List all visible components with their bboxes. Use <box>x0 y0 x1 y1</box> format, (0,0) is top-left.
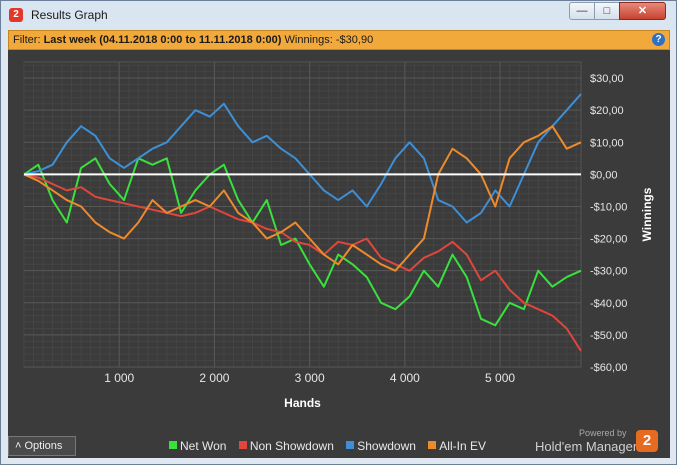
legend-label-non-showdown: Non Showdown <box>249 439 334 453</box>
powered-by-label: Powered by <box>579 428 627 438</box>
legend-swatch-net-won <box>169 441 177 449</box>
y-tick-label: -$50,00 <box>590 330 627 342</box>
legend-swatch-non-showdown <box>238 441 247 449</box>
help-icon[interactable]: ? <box>652 33 665 46</box>
close-button[interactable]: ✕ <box>619 2 666 20</box>
y-tick-label: -$40,00 <box>590 298 627 310</box>
legend-item-net-won: Net Won <box>169 439 226 453</box>
y-tick-label: $0,00 <box>590 169 618 181</box>
x-tick-label: 5 000 <box>485 371 515 385</box>
y-tick-label: -$30,00 <box>590 266 627 278</box>
legend-swatch-showdown <box>346 441 355 449</box>
legend-item-non-showdown: Non Showdown <box>238 439 334 453</box>
y-tick-label: -$60,00 <box>590 362 627 374</box>
x-tick-label: 1 000 <box>104 371 134 385</box>
x-tick-label: 4 000 <box>390 371 420 385</box>
x-tick-label: 2 000 <box>199 371 229 385</box>
options-label: Options <box>24 440 63 452</box>
legend-swatch-allin-ev <box>428 441 437 449</box>
legend-label-allin-ev: All-In EV <box>439 439 486 453</box>
legend-item-showdown: Showdown <box>346 439 416 453</box>
filter-winnings-label: Winnings: <box>284 34 333 46</box>
minimize-button[interactable]: — <box>569 2 595 20</box>
brand-logo-icon: 2 <box>636 430 658 452</box>
y-tick-label: $10,00 <box>590 137 624 149</box>
results-chart: $30,00 $20,00 $10,00 $0,00 -$10,00 -$20,00 -$3… <box>23 61 654 410</box>
filter-range: Last week (04.11.2018 0:00 to 11.11.2018… <box>43 34 282 46</box>
legend-label-showdown: Showdown <box>357 439 416 453</box>
chart-legend: Net Won Non Showdown Showdown All-In EV <box>169 439 495 453</box>
x-axis-title: Hands <box>284 396 321 410</box>
filter-winnings-value: -$30,90 <box>335 34 374 46</box>
y-tick-label: -$10,00 <box>590 201 627 213</box>
title-bar[interactable]: 2 Results Graph — □ ✕ <box>1 1 676 30</box>
y-axis-title: Winnings <box>640 187 654 241</box>
options-caret-icon: ˄ <box>15 440 22 452</box>
x-tick-label: 3 000 <box>295 371 325 385</box>
filter-prefix: Filter: <box>13 34 41 46</box>
maximize-button[interactable]: □ <box>594 2 620 20</box>
app-logo-icon: 2 <box>9 8 23 22</box>
legend-item-allin-ev: All-In EV <box>428 439 486 453</box>
results-graph-window: 2 Results Graph — □ ✕ Filter: Last week … <box>0 0 677 465</box>
filter-bar[interactable]: Filter: Last week (04.11.2018 0:00 to 11… <box>8 30 670 50</box>
y-tick-label: $20,00 <box>590 105 624 117</box>
graph-panel: $30,00 $20,00 $10,00 $0,00 -$10,00 -$20,00 -$3… <box>8 50 670 458</box>
options-button[interactable]: ˄ Options <box>8 436 76 456</box>
window-title: Results Graph <box>31 8 108 22</box>
y-tick-label: $30,00 <box>590 73 624 85</box>
legend-label-net-won: Net Won <box>180 439 227 453</box>
brand-name: Hold'em Manager <box>535 439 638 454</box>
y-tick-label: -$20,00 <box>590 234 627 246</box>
